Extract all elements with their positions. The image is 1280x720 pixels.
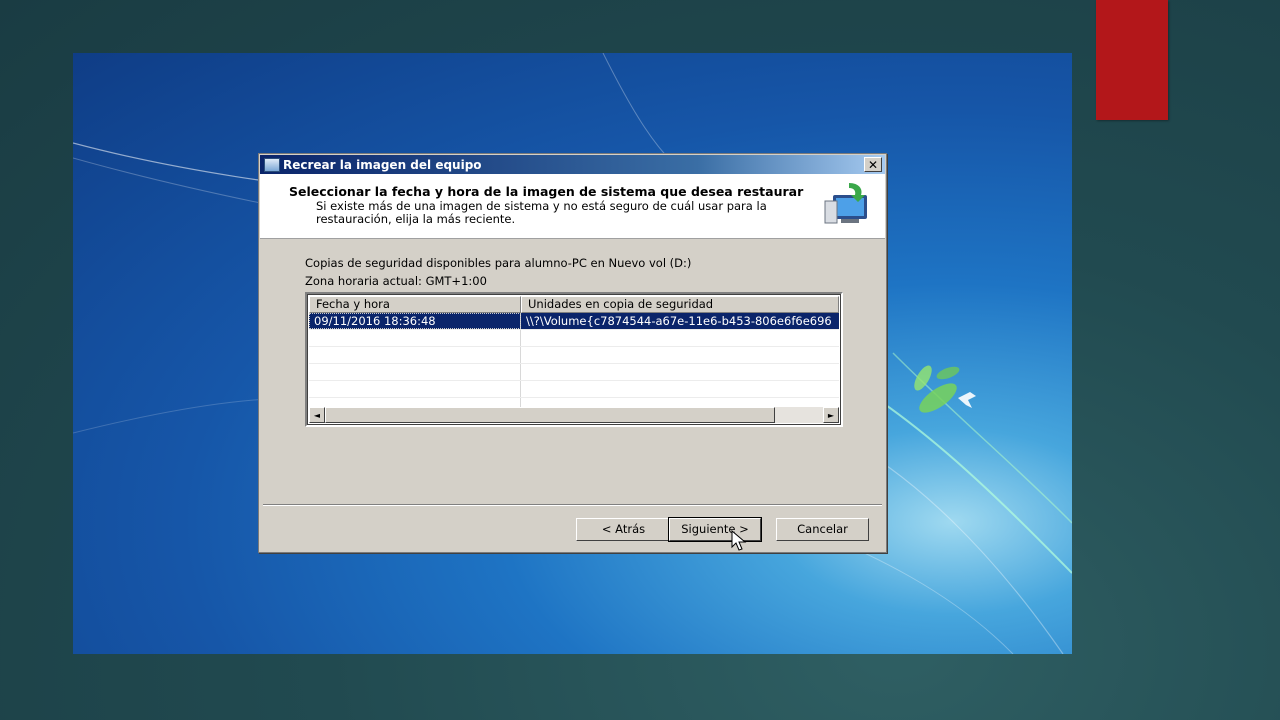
table-row[interactable]: 09/11/2016 18:36:48 \\?\Volume{c7874544-… xyxy=(309,313,839,330)
close-icon[interactable]: ✕ xyxy=(864,157,882,172)
horizontal-scrollbar[interactable]: ◄ ► xyxy=(309,407,839,423)
scrollbar-thumb[interactable] xyxy=(325,407,775,423)
column-header-units[interactable]: Unidades en copia de seguridad xyxy=(521,296,839,313)
red-accent-block xyxy=(1096,0,1168,120)
backup-list[interactable]: Fecha y hora Unidades en copia de seguri… xyxy=(305,292,843,427)
back-button[interactable]: < Atrás xyxy=(576,518,671,541)
row-units-cell: \\?\Volume{c7874544-a67e-11e6-b453-806e6… xyxy=(526,314,832,328)
dialog-title: Recrear la imagen del equipo xyxy=(283,157,482,172)
footer-separator xyxy=(263,504,882,506)
restore-wizard-dialog: Recrear la imagen del equipo ✕ Seleccion… xyxy=(258,153,887,553)
wizard-header: Seleccionar la fecha y hora de la imagen… xyxy=(260,174,885,239)
available-backups-label: Copias de seguridad disponibles para alu… xyxy=(305,256,692,270)
backup-app-icon xyxy=(264,157,280,172)
cancel-button[interactable]: Cancelar xyxy=(776,518,869,541)
dialog-titlebar[interactable]: Recrear la imagen del equipo ✕ xyxy=(260,155,885,174)
row-date-cell: 09/11/2016 18:36:48 xyxy=(309,313,521,329)
list-body: 09/11/2016 18:36:48 \\?\Volume{c7874544-… xyxy=(309,313,839,409)
mouse-cursor-icon xyxy=(731,530,747,551)
table-row-empty xyxy=(309,330,839,347)
timezone-label: Zona horaria actual: GMT+1:00 xyxy=(305,274,487,288)
table-row-empty xyxy=(309,347,839,364)
table-row-empty xyxy=(309,381,839,398)
scroll-left-icon[interactable]: ◄ xyxy=(309,407,325,423)
list-header: Fecha y hora Unidades en copia de seguri… xyxy=(309,296,839,313)
wizard-heading: Seleccionar la fecha y hora de la imagen… xyxy=(289,184,804,199)
desktop-screenshot: Recrear la imagen del equipo ✕ Seleccion… xyxy=(73,53,1072,654)
computer-restore-icon xyxy=(824,183,867,224)
scroll-right-icon[interactable]: ► xyxy=(823,407,839,423)
column-header-date[interactable]: Fecha y hora xyxy=(309,296,521,313)
table-row-empty xyxy=(309,364,839,381)
wizard-description: Si existe más de una imagen de sistema y… xyxy=(316,199,767,226)
